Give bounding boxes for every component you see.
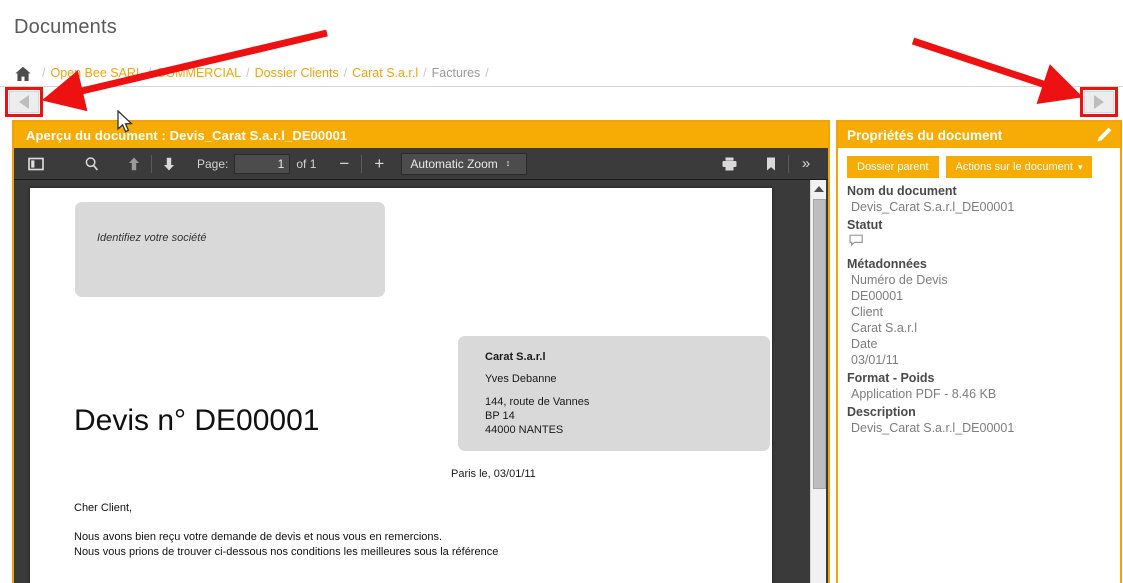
description-value: Devis_Carat S.a.r.l_DE00001 [851,421,1015,436]
breadcrumb-item-2[interactable]: Dossier Clients [255,66,339,80]
format-label: Format - Poids [847,371,935,386]
print-icon[interactable] [715,152,743,176]
page-count-label: of 1 [296,156,317,171]
breadcrumb-item-3[interactable]: Carat S.a.r.l [352,66,418,80]
doc-title: Devis n° DE00001 [74,404,320,437]
pdf-viewport[interactable]: Identifiez votre société Carat S.a.r.l Y… [14,180,828,583]
doc-paragraph-2: Nous vous prions de trouver ci-dessous n… [74,546,499,559]
breadcrumb-separator: / [42,66,46,80]
pdf-page-1: Identifiez votre société Carat S.a.r.l Y… [30,188,772,583]
metadata-2-value: 03/01/11 [851,353,899,368]
doc-address-street: 144, route de Vannes [485,396,590,409]
chevron-down-icon: ▾ [1077,162,1083,172]
document-name-label: Nom du document [847,184,957,199]
zoom-level-value: Automatic Zoom [410,156,498,171]
sidebar-toggle-icon[interactable] [22,152,50,176]
breadcrumb-separator: / [246,66,250,80]
chevron-right-icon [1094,95,1104,109]
breadcrumb-separator: / [423,66,427,80]
breadcrumb-item-1[interactable]: COMMERCIAL [156,66,241,80]
chevron-updown-icon: ↕ [505,158,511,168]
chevron-left-icon [19,95,29,109]
page-number-label: Page: [197,156,229,171]
pdf-vertical-scrollbar[interactable] [810,180,826,583]
arrow-down-icon[interactable] [155,152,183,176]
search-icon[interactable] [78,152,106,176]
scrollbar-thumb[interactable] [813,199,826,489]
previous-document-button[interactable] [9,91,39,113]
next-document-button[interactable] [1084,91,1114,113]
metadata-1-value: Carat S.a.r.l [851,321,917,336]
double-chevron-right-icon: » [801,155,811,172]
metadata-2-label: Date [851,337,878,352]
breadcrumb: / Open Bee SARL / COMMERCIAL / Dossier C… [14,63,494,83]
doc-logo-placeholder-box: Identifiez votre société [75,202,385,297]
comment-bubble-icon[interactable] [849,234,1112,253]
properties-body: Dossier parent Actions sur le document ▾ … [838,148,1120,435]
metadata-0-value: DE00001 [851,289,904,304]
app-root: Documents / Open Bee SARL / COMMERCIAL /… [0,0,1123,583]
status-label: Statut [847,218,883,233]
metadata-label: Métadonnées [847,257,927,272]
breadcrumb-item-4[interactable]: Factures [432,66,481,80]
doc-salutation: Cher Client, [74,502,133,514]
zoom-level-select[interactable]: Automatic Zoom ↕ [401,152,528,175]
document-actions-label: Actions sur le document [955,161,1073,173]
doc-address-box: Carat S.a.r.l Yves Debanne 144, route de… [458,336,770,451]
breadcrumb-separator: / [485,66,489,80]
metadata-1-label: Client [851,305,883,320]
pencil-icon[interactable] [1094,125,1114,145]
breadcrumb-separator: / [343,66,348,80]
doc-address-pobox: BP 14 [485,410,515,423]
document-preview-panel: Aperçu du document : Devis_Carat S.a.r.l… [12,120,830,583]
bookmark-icon[interactable] [757,152,785,176]
document-actions-button[interactable]: Actions sur le document ▾ [945,156,1093,179]
doc-address-contact: Yves Debanne [485,373,557,386]
scroll-up-arrow-icon[interactable] [811,180,826,197]
doc-address-city: 44000 NANTES [485,424,564,437]
page-title: Documents [14,16,117,38]
properties-panel-title: Propriétés du document [847,127,1003,143]
document-properties-panel: Propriétés du document Dossier parent Ac… [836,120,1122,583]
pdf-toolbar: Page: of 1 − + Automatic Zoom ↕ [14,148,828,180]
description-label: Description [847,405,916,420]
doc-place-date: Paris le, 03/01/11 [451,468,536,480]
metadata-0-label: Numéro de Devis [851,273,948,288]
properties-action-buttons: Dossier parent Actions sur le document ▾ [847,156,1112,179]
document-name-value: Devis_Carat S.a.r.l_DE00001 [851,200,1015,215]
home-icon[interactable] [14,65,32,83]
properties-panel-header: Propriétés du document [838,122,1120,148]
format-value: Application PDF - 8.46 KB [851,387,997,402]
parent-folder-button[interactable]: Dossier parent [847,156,939,179]
header-divider [0,86,1123,87]
breadcrumb-item-0[interactable]: Open Bee SARL [50,66,142,80]
doc-body: Cher Client, Nous avons bien reçu votre … [74,501,498,561]
doc-address-company: Carat S.a.r.l [485,351,546,363]
pdf-viewer: Page: of 1 − + Automatic Zoom ↕ [14,148,828,583]
doc-paragraph-1: Nous avons bien reçu votre demande de de… [74,530,443,543]
doc-address: Carat S.a.r.l Yves Debanne 144, route de… [485,350,589,437]
zoom-in-button[interactable]: + [365,152,393,176]
zoom-out-button[interactable]: − [330,152,358,176]
tools-menu-button[interactable]: » [792,152,820,176]
breadcrumb-separator: / [147,66,152,80]
doc-logo-placeholder-text: Identifiez votre société [97,232,207,244]
arrow-up-icon[interactable] [120,152,148,176]
page-number-input[interactable] [234,153,291,174]
preview-panel-title: Aperçu du document : Devis_Carat S.a.r.l… [14,122,828,148]
